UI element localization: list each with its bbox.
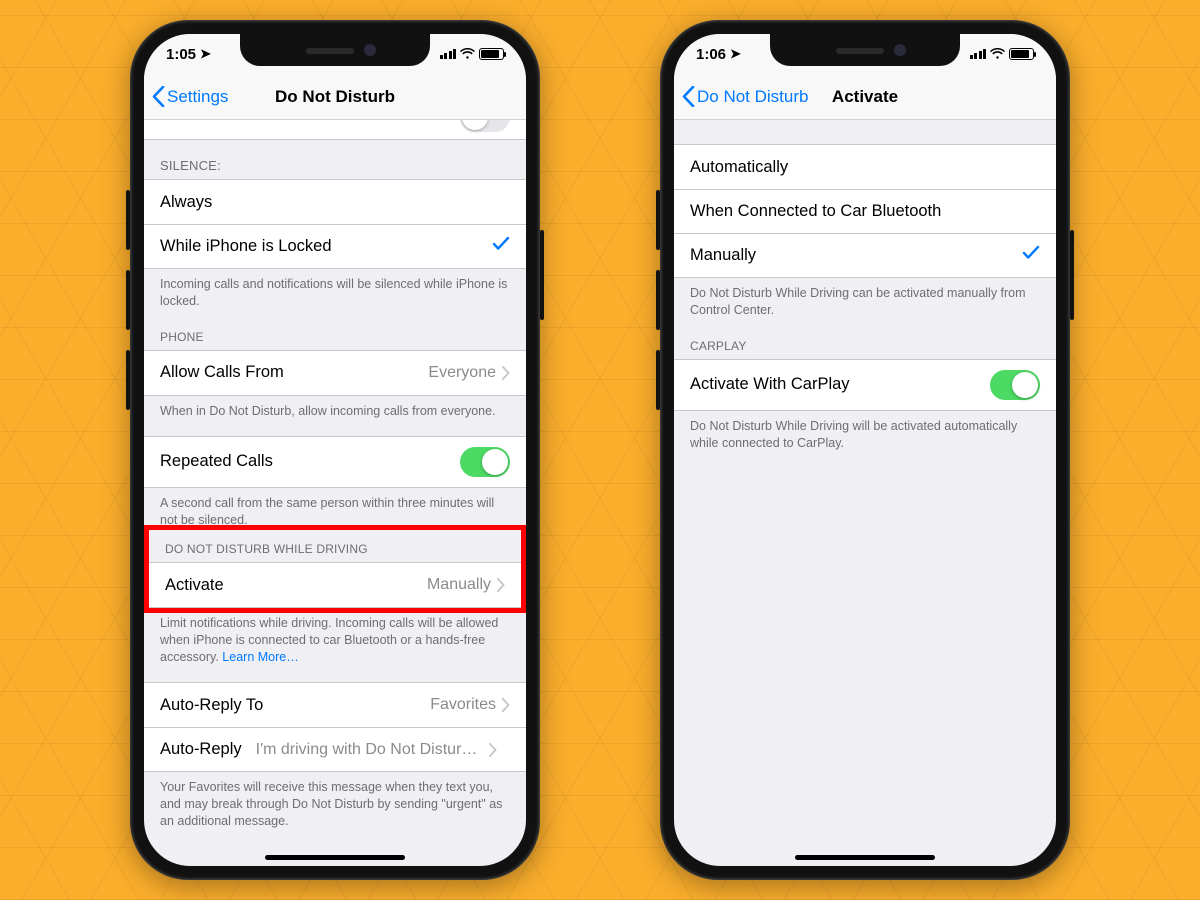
activate-options-list: Automatically When Connected to Car Blue…: [674, 144, 1056, 278]
allow-calls-footer: When in Do Not Disturb, allow incoming c…: [144, 396, 526, 422]
repeated-list: Repeated Calls: [144, 436, 526, 488]
screen-right: 1:06 ➤ Do Not Disturb Activate: [674, 34, 1056, 866]
repeated-calls-row[interactable]: Repeated Calls: [144, 437, 526, 487]
scheduled-row-partial[interactable]: [144, 120, 526, 140]
options-footer: Do Not Disturb While Driving can be acti…: [674, 278, 1056, 321]
notch: [770, 34, 960, 66]
allow-calls-list: Allow Calls From Everyone: [144, 350, 526, 396]
activate-row[interactable]: Activate Manually: [149, 563, 521, 607]
chevron-right-icon: [502, 698, 510, 712]
silence-footer: Incoming calls and notifications will be…: [144, 269, 526, 312]
silence-list: Always While iPhone is Locked: [144, 179, 526, 269]
checkmark-icon: [492, 235, 510, 258]
chevron-left-icon: [152, 86, 165, 107]
phone-header: PHONE: [144, 312, 526, 350]
dndwd-header: DO NOT DISTURB WHILE DRIVING: [149, 530, 521, 562]
autoreply-footer: Your Favorites will receive this message…: [144, 772, 526, 832]
silence-option-always[interactable]: Always: [144, 180, 526, 224]
chevron-right-icon: [502, 366, 510, 380]
carplay-list: Activate With CarPlay: [674, 359, 1056, 411]
status-time: 1:05: [166, 46, 196, 63]
home-indicator: [265, 855, 405, 860]
repeated-calls-switch[interactable]: [460, 447, 510, 477]
back-button[interactable]: Settings: [144, 86, 228, 107]
scheduled-switch[interactable]: [460, 120, 510, 132]
checkmark-icon: [1022, 244, 1040, 267]
back-label: Settings: [167, 87, 228, 107]
activate-footer: Limit notifications while driving. Incom…: [144, 608, 526, 668]
allow-calls-row[interactable]: Allow Calls From Everyone: [144, 351, 526, 395]
screen-left: 1:05 ➤ Settings Do Not Disturb: [144, 34, 526, 866]
activate-list: Activate Manually: [149, 562, 521, 608]
highlight-box: DO NOT DISTURB WHILE DRIVING Activate Ma…: [144, 525, 526, 613]
option-automatically[interactable]: Automatically: [674, 145, 1056, 189]
chevron-right-icon: [489, 743, 497, 757]
battery-icon: [1009, 48, 1034, 60]
silence-option-locked[interactable]: While iPhone is Locked: [144, 224, 526, 268]
phone-left: 1:05 ➤ Settings Do Not Disturb: [130, 20, 540, 880]
repeated-footer: A second call from the same person withi…: [144, 488, 526, 531]
carplay-switch[interactable]: [990, 370, 1040, 400]
silence-header: SILENCE:: [144, 140, 526, 179]
notch: [240, 34, 430, 66]
autoreply-to-row[interactable]: Auto-Reply To Favorites: [144, 683, 526, 727]
carplay-row[interactable]: Activate With CarPlay: [674, 360, 1056, 410]
autoreply-list: Auto-Reply To Favorites Auto-Reply I'm d…: [144, 682, 526, 772]
location-icon: ➤: [730, 46, 741, 62]
home-indicator: [795, 855, 935, 860]
carplay-footer: Do Not Disturb While Driving will be act…: [674, 411, 1056, 454]
chevron-right-icon: [497, 578, 505, 592]
option-car-bluetooth[interactable]: When Connected to Car Bluetooth: [674, 189, 1056, 233]
location-icon: ➤: [200, 46, 211, 62]
phone-right: 1:06 ➤ Do Not Disturb Activate: [660, 20, 1070, 880]
autoreply-row[interactable]: Auto-Reply I'm driving with Do Not Distu…: [144, 727, 526, 771]
option-manually[interactable]: Manually: [674, 233, 1056, 277]
nav-bar: Do Not Disturb Activate: [674, 74, 1056, 120]
wifi-icon: [460, 48, 475, 60]
nav-bar: Settings Do Not Disturb: [144, 74, 526, 120]
status-time: 1:06: [696, 46, 726, 63]
activate-content[interactable]: Automatically When Connected to Car Blue…: [674, 120, 1056, 866]
learn-more-link[interactable]: Learn More…: [222, 650, 298, 664]
wifi-icon: [990, 48, 1005, 60]
back-label: Do Not Disturb: [697, 87, 808, 107]
chevron-left-icon: [682, 86, 695, 107]
stage: 1:05 ➤ Settings Do Not Disturb: [0, 0, 1200, 900]
back-button[interactable]: Do Not Disturb: [674, 86, 808, 107]
settings-content[interactable]: SILENCE: Always While iPhone is Locked I…: [144, 120, 526, 866]
carplay-header: CARPLAY: [674, 321, 1056, 359]
battery-icon: [479, 48, 504, 60]
cellular-icon: [970, 49, 987, 59]
cellular-icon: [440, 49, 457, 59]
